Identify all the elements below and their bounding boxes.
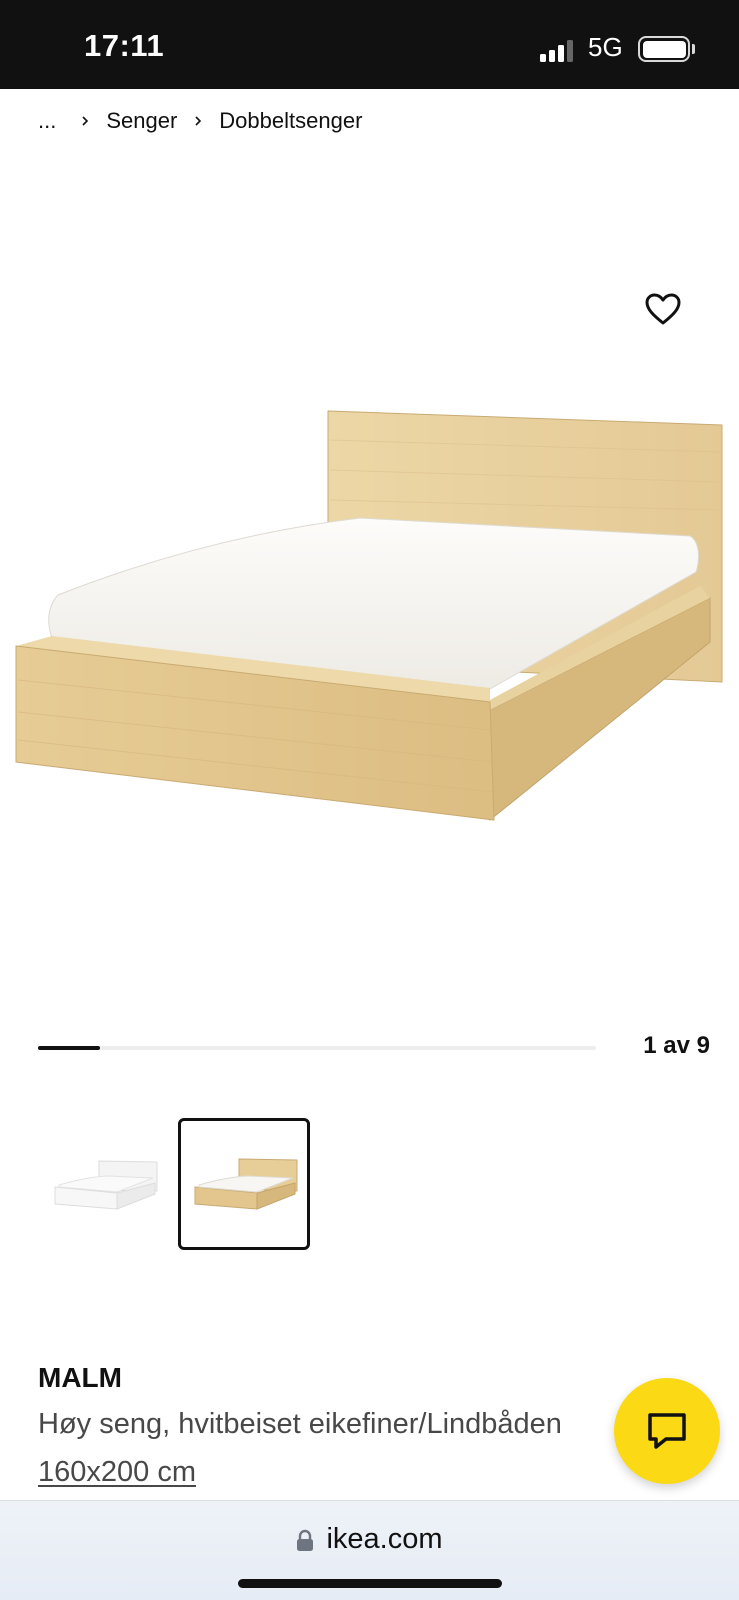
chevron-right-icon [195,116,202,126]
thumbnail-oak-bed[interactable] [178,1118,310,1250]
status-bar: 17:11 5G [0,0,739,89]
product-name: MALM [38,1362,122,1393]
breadcrumb-item-senger[interactable]: Senger [106,108,177,134]
breadcrumb-item-dobbeltsenger[interactable]: Dobbeltsenger [219,108,362,134]
home-indicator[interactable] [238,1579,502,1588]
signal-icon [540,38,578,62]
breadcrumb: ... Senger Dobbeltsenger [38,104,362,138]
address-bar[interactable]: ikea.com [0,1523,739,1556]
breadcrumb-ellipsis[interactable]: ... [38,108,56,134]
oak-bed-thumbnail [194,1158,298,1210]
product-size-link[interactable]: 160x200 cm [38,1456,196,1489]
status-time: 17:11 [84,28,165,63]
lock-icon [297,1529,314,1551]
white-bed-thumbnail [54,1160,158,1210]
favorite-button[interactable] [640,288,686,330]
product-description: Høy seng, hvitbeiset eikefiner/Lindbåden [38,1408,562,1440]
thumbnail-white-bed[interactable] [38,1118,170,1250]
chevron-right-icon [82,116,89,126]
network-label: 5G [588,32,623,62]
gallery-counter: 1 av 9 [643,1032,710,1059]
battery-icon [638,36,690,62]
chat-bubble-icon [648,1413,686,1449]
url-text: ikea.com [326,1523,443,1555]
gallery-progress-fill [38,1046,100,1050]
heart-outline-icon [645,293,681,325]
browser-bar: ikea.com [0,1500,739,1600]
gallery-progress-track [38,1046,596,1050]
product-image[interactable] [0,150,739,1000]
chat-button[interactable] [614,1378,720,1484]
battery-cap [692,44,695,54]
